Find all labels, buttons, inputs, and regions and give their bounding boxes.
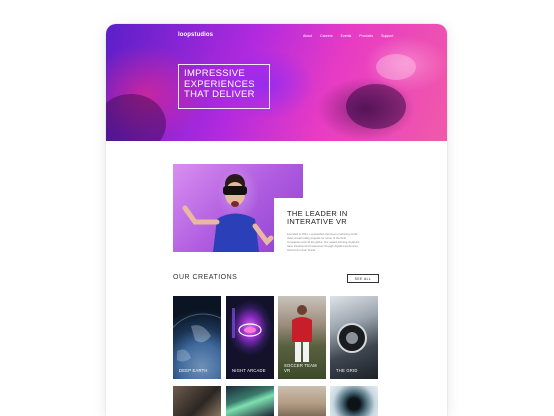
creation-label: SOCCER TEAM VR: [284, 363, 317, 373]
earth-illustration: [173, 313, 221, 362]
site-logo[interactable]: loopstudios: [178, 32, 213, 38]
hero-title: IMPRESSIVE EXPERIENCES THAT DELIVER: [184, 68, 255, 100]
intro-card: THE LEADER IN INTERATIVE VR Founded in 2…: [274, 198, 370, 280]
hero-section: loopstudios About Careers Events Product…: [106, 24, 447, 141]
top-nav: loopstudios About Careers Events Product…: [106, 24, 447, 50]
hero-shadow-right: [346, 84, 406, 129]
nav-link-products[interactable]: Products: [359, 34, 373, 38]
arcade-illustration: [232, 308, 262, 338]
creation-card-row2-3[interactable]: [278, 386, 326, 416]
hero-glow-right: [376, 54, 416, 80]
see-all-button[interactable]: SEE ALL: [347, 274, 379, 283]
browser-frame: loopstudios About Careers Events Product…: [106, 24, 447, 416]
nav-link-about[interactable]: About: [303, 34, 312, 38]
car-wheel-illustration: [337, 323, 367, 353]
creation-card-the-grid[interactable]: THE GRID: [330, 296, 378, 379]
creation-card-night-arcade[interactable]: NIGHT ARCADE: [226, 296, 274, 379]
intro-title: THE LEADER IN INTERATIVE VR: [287, 209, 348, 226]
creation-label: THE GRID: [336, 368, 358, 373]
creation-card-soccer-team[interactable]: SOCCER TEAM VR: [278, 296, 326, 379]
nav-link-careers[interactable]: Careers: [320, 34, 332, 38]
creation-label: NIGHT ARCADE: [232, 368, 266, 373]
nav-link-events[interactable]: Events: [341, 34, 352, 38]
intro-body: Founded in 2011, Loopstudios has been pr…: [287, 232, 360, 252]
creation-card-row2-1[interactable]: [173, 386, 221, 416]
hero-headline-box: IMPRESSIVE EXPERIENCES THAT DELIVER: [178, 64, 270, 109]
creation-card-deep-earth[interactable]: DEEP EARTH: [173, 296, 221, 379]
creation-label: DEEP EARTH: [179, 368, 208, 373]
nav-links: About Careers Events Products Support: [303, 34, 393, 38]
hero-shadow-left: [106, 94, 166, 141]
creation-card-row2-4[interactable]: [330, 386, 378, 416]
creations-heading: OUR CREATIONS: [173, 274, 238, 281]
nav-link-support[interactable]: Support: [381, 34, 393, 38]
creation-card-row2-2[interactable]: [226, 386, 274, 416]
